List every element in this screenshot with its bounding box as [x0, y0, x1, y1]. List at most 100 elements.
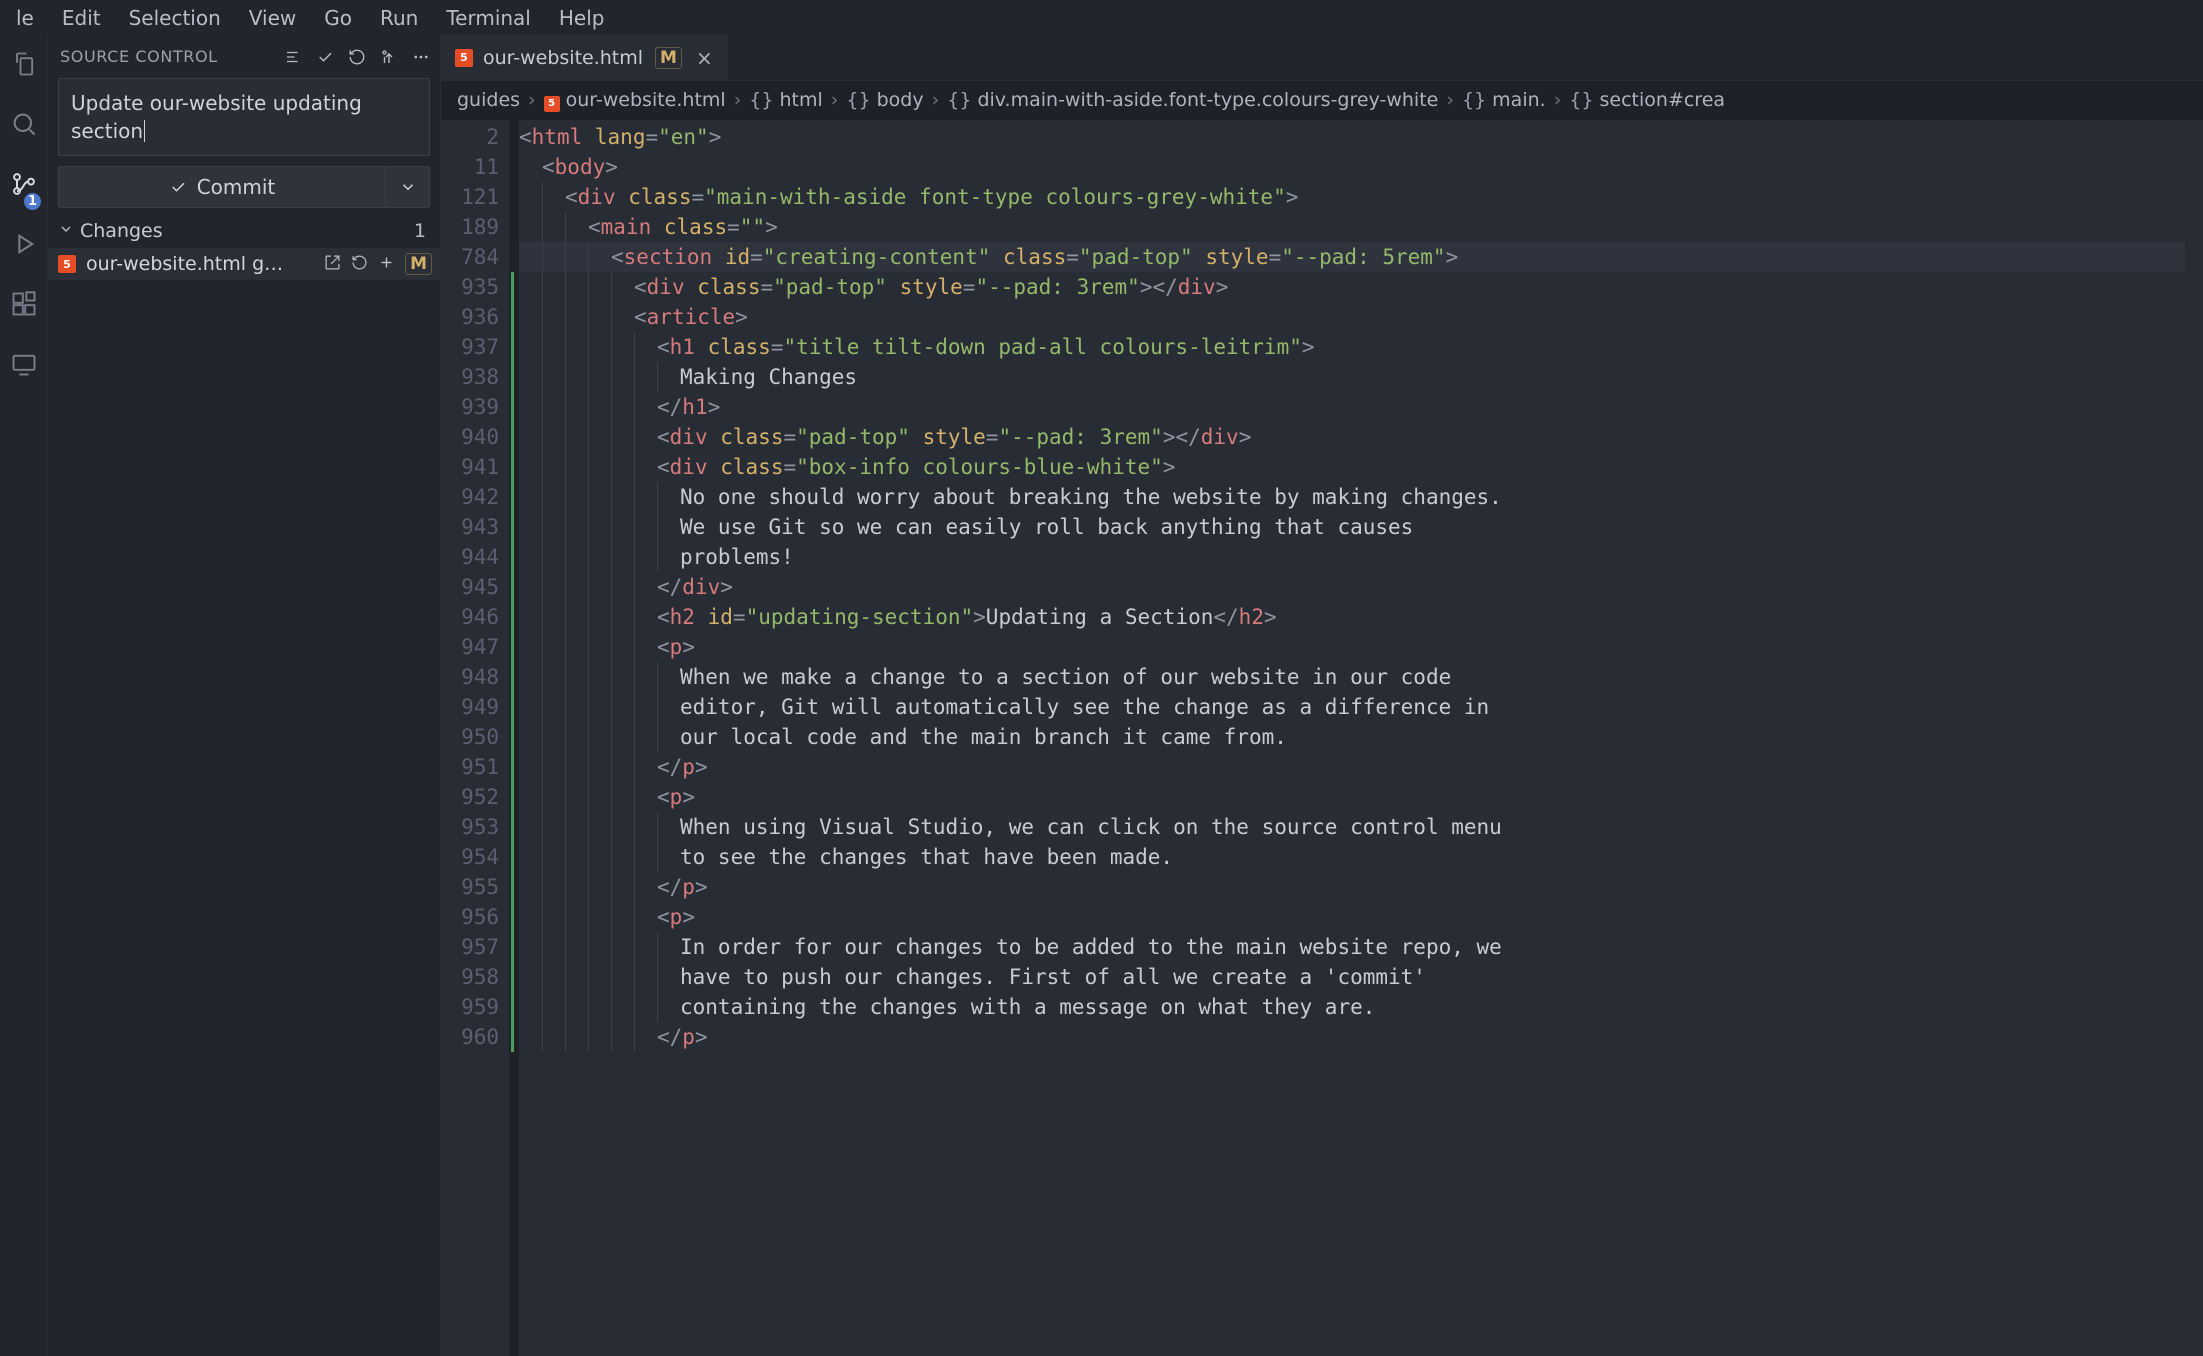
commit-message-input[interactable]: Update our-website updating section — [58, 78, 430, 156]
code-line[interactable]: When we make a change to a section of ou… — [519, 662, 2185, 692]
menu-terminal[interactable]: Terminal — [432, 2, 545, 34]
activity-explorer-icon[interactable] — [7, 47, 41, 81]
line-number: 949 — [441, 692, 509, 722]
scm-refresh-icon[interactable] — [348, 48, 366, 66]
scm-commit-icon[interactable] — [316, 48, 334, 66]
breadcrumb-item[interactable]: guides — [457, 89, 520, 111]
code-editor[interactable]: 2111211897849359369379389399409419429439… — [441, 120, 2203, 1356]
code-line[interactable]: <article> — [519, 302, 2185, 332]
minimap[interactable] — [2185, 120, 2203, 1356]
line-number: 946 — [441, 602, 509, 632]
chevron-down-icon — [58, 220, 74, 242]
diff-glyph — [509, 392, 519, 422]
diff-glyph — [509, 482, 519, 512]
scm-commit-push-icon[interactable] — [380, 48, 398, 66]
menu-edit[interactable]: Edit — [48, 2, 115, 34]
code-lines[interactable]: <html lang="en"><body><div class="main-w… — [519, 120, 2185, 1356]
code-line[interactable]: have to push our changes. First of all w… — [519, 962, 2185, 992]
diff-glyph — [509, 302, 519, 332]
line-number: 943 — [441, 512, 509, 542]
breadcrumb-item[interactable]: {} div.main-with-aside.font-type.colours… — [947, 89, 1438, 111]
line-number: 945 — [441, 572, 509, 602]
diff-glyph — [509, 332, 519, 362]
menu-le[interactable]: le — [2, 2, 48, 34]
code-line[interactable]: </p> — [519, 1022, 2185, 1052]
code-line[interactable]: </div> — [519, 572, 2185, 602]
scm-more-actions-icon[interactable] — [412, 48, 430, 66]
code-line[interactable]: to see the changes that have been made. — [519, 842, 2185, 872]
changed-file-row[interactable]: 5 our-website.html g… M — [48, 248, 440, 280]
code-line[interactable]: <p> — [519, 902, 2185, 932]
code-line[interactable]: We use Git so we can easily roll back an… — [519, 512, 2185, 542]
diff-glyph — [509, 752, 519, 782]
code-line[interactable]: <div class="box-info colours-blue-white"… — [519, 452, 2185, 482]
breadcrumb-label: body — [877, 89, 924, 111]
code-line[interactable]: <h2 id="updating-section">Updating a Sec… — [519, 602, 2185, 632]
breadcrumb-item[interactable]: {} html — [749, 89, 823, 111]
line-number: 121 — [441, 182, 509, 212]
code-line[interactable]: <html lang="en"> — [519, 122, 2185, 152]
menu-go[interactable]: Go — [310, 2, 366, 34]
breadcrumb-item[interactable]: {} section#crea — [1569, 89, 1725, 111]
menu-view[interactable]: View — [235, 2, 310, 34]
code-line[interactable]: <main class=""> — [519, 212, 2185, 242]
activity-run-debug-icon[interactable] — [7, 227, 41, 261]
activity-remote-icon[interactable] — [7, 347, 41, 381]
code-line[interactable]: <p> — [519, 632, 2185, 662]
breadcrumb-item[interactable]: {} main. — [1462, 89, 1546, 111]
code-line[interactable]: <h1 class="title tilt-down pad-all colou… — [519, 332, 2185, 362]
close-tab-icon[interactable]: × — [696, 46, 713, 70]
scm-view-as-tree-icon[interactable] — [284, 48, 302, 66]
commit-split-button[interactable] — [385, 167, 429, 207]
code-line[interactable]: <div class="main-with-aside font-type co… — [519, 182, 2185, 212]
line-number: 11 — [441, 152, 509, 182]
code-line[interactable]: problems! — [519, 542, 2185, 572]
stage-changes-icon[interactable] — [378, 252, 395, 276]
menu-run[interactable]: Run — [366, 2, 432, 34]
line-number: 959 — [441, 992, 509, 1022]
diff-glyph — [509, 182, 519, 212]
code-line[interactable]: our local code and the main branch it ca… — [519, 722, 2185, 752]
line-number: 189 — [441, 212, 509, 242]
code-line[interactable]: <div class="pad-top" style="--pad: 3rem"… — [519, 272, 2185, 302]
changes-label: Changes — [80, 220, 414, 242]
menu-selection[interactable]: Selection — [115, 2, 235, 34]
open-file-icon[interactable] — [324, 252, 341, 276]
code-line[interactable]: <p> — [519, 782, 2185, 812]
commit-button-label: Commit — [197, 175, 276, 199]
code-line[interactable]: In order for our changes to be added to … — [519, 932, 2185, 962]
code-line[interactable]: When using Visual Studio, we can click o… — [519, 812, 2185, 842]
diff-glyph — [509, 842, 519, 872]
editor-tabs: 5 our-website.html M × — [441, 35, 2203, 81]
code-line[interactable]: No one should worry about breaking the w… — [519, 482, 2185, 512]
commit-button[interactable]: Commit — [59, 167, 385, 207]
brace-icon: {} — [947, 89, 977, 111]
line-number: 948 — [441, 662, 509, 692]
breadcrumb[interactable]: guides›5our-website.html›{} html›{} body… — [441, 81, 2203, 120]
discard-changes-icon[interactable] — [351, 252, 368, 276]
line-number: 954 — [441, 842, 509, 872]
line-number: 940 — [441, 422, 509, 452]
changes-count: 1 — [414, 220, 426, 242]
tab-filename: our-website.html — [483, 47, 643, 69]
changes-section-header[interactable]: Changes 1 — [48, 214, 440, 248]
code-line[interactable]: </p> — [519, 752, 2185, 782]
diff-glyph — [509, 812, 519, 842]
menubar: leEditSelectionViewGoRunTerminalHelp — [0, 0, 2203, 35]
activity-extensions-icon[interactable] — [7, 287, 41, 321]
breadcrumb-separator: › — [528, 89, 536, 111]
activity-search-icon[interactable] — [7, 107, 41, 141]
editor-tab[interactable]: 5 our-website.html M × — [441, 35, 728, 80]
code-line[interactable]: <div class="pad-top" style="--pad: 3rem"… — [519, 422, 2185, 452]
code-line[interactable]: </p> — [519, 872, 2185, 902]
code-line[interactable]: </h1> — [519, 392, 2185, 422]
code-line[interactable]: editor, Git will automatically see the c… — [519, 692, 2185, 722]
code-line[interactable]: <body> — [519, 152, 2185, 182]
code-line[interactable]: <section id="creating-content" class="pa… — [519, 242, 2185, 272]
diff-glyph — [509, 242, 519, 272]
breadcrumb-item[interactable]: 5our-website.html — [544, 89, 726, 112]
breadcrumb-item[interactable]: {} body — [846, 89, 923, 111]
code-line[interactable]: Making Changes — [519, 362, 2185, 392]
menu-help[interactable]: Help — [545, 2, 619, 34]
code-line[interactable]: containing the changes with a message on… — [519, 992, 2185, 1022]
